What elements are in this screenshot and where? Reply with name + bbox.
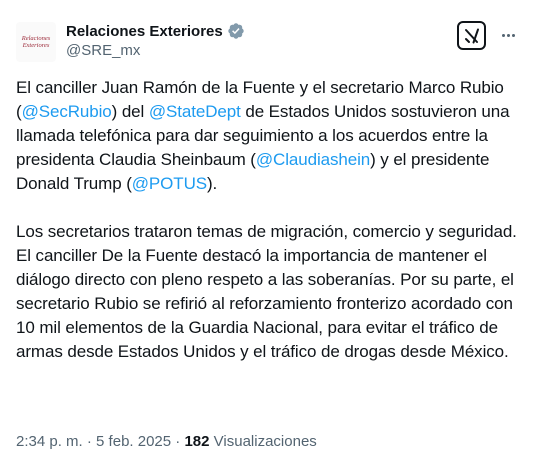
- grok-icon: [464, 28, 479, 43]
- mention-secrubio[interactable]: @SecRubio: [22, 102, 112, 121]
- more-options-button[interactable]: [497, 24, 519, 46]
- mention-potus[interactable]: @POTUS: [132, 174, 207, 193]
- more-icon-dot: [511, 33, 515, 37]
- avatar-text-line2: Exteriores: [22, 42, 50, 49]
- text-segment: ).: [207, 174, 218, 193]
- meta-separator: ·: [171, 433, 185, 450]
- tweet-text: El canciller Juan Ramón de la Fuente y e…: [16, 76, 521, 388]
- more-icon-dot: [506, 33, 510, 37]
- more-icon-dot: [501, 33, 505, 37]
- tweet-paragraph-1: El canciller Juan Ramón de la Fuente y e…: [16, 76, 521, 196]
- tweet-card: Relaciones Exteriores Relaciones Exterio…: [0, 0, 533, 469]
- author-name-row[interactable]: Relaciones Exteriores: [66, 20, 245, 42]
- text-segment: ) del: [111, 102, 149, 121]
- tweet-time[interactable]: 2:34 p. m.: [16, 433, 83, 450]
- views-count[interactable]: 182: [184, 433, 209, 450]
- tweet-paragraph-2: Los secretarios trataron temas de migrac…: [16, 222, 517, 361]
- mention-claudiashein[interactable]: @Claudiashein: [256, 150, 370, 169]
- mention-statedept[interactable]: @StateDept: [149, 102, 241, 121]
- verified-badge-icon[interactable]: [227, 22, 245, 40]
- author-handle[interactable]: @SRE_mx: [66, 42, 140, 59]
- avatar[interactable]: Relaciones Exteriores: [16, 22, 56, 62]
- author-display-name[interactable]: Relaciones Exteriores: [66, 23, 223, 40]
- tweet-date[interactable]: 5 feb. 2025: [96, 433, 171, 450]
- grok-button[interactable]: [457, 21, 486, 50]
- views-label: Visualizaciones: [209, 433, 317, 450]
- tweet-meta: 2:34 p. m. · 5 feb. 2025 · 182 Visualiza…: [16, 433, 317, 450]
- avatar-text-line1: Relaciones: [21, 35, 51, 42]
- meta-separator: ·: [82, 433, 97, 450]
